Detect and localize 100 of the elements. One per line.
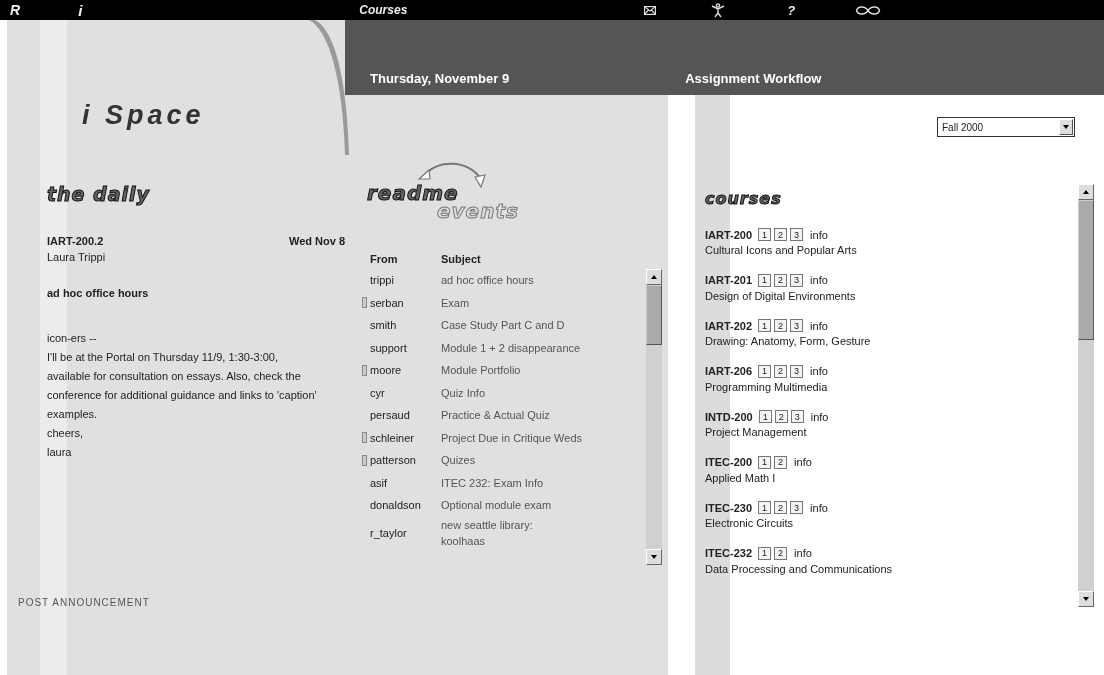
section-link[interactable]: 1 xyxy=(758,410,772,423)
date-heading: Thursday, November 9 xyxy=(370,71,510,86)
section-link[interactable]: 2 xyxy=(774,410,788,423)
column-header: Subject xyxy=(441,253,482,265)
info-link[interactable]: info xyxy=(810,410,829,423)
section-link[interactable]: 3 xyxy=(790,273,804,287)
info-link[interactable]: info xyxy=(810,501,828,514)
message-subject[interactable]: Case Study Part C and D xyxy=(441,319,650,332)
section-link[interactable]: 3 xyxy=(790,364,804,378)
daily-heading: the daily xyxy=(47,183,151,205)
message-subject[interactable]: Module 1 + 2 disappearance xyxy=(441,341,650,354)
section-link[interactable]: 2 xyxy=(774,501,788,514)
message-sender[interactable]: moore xyxy=(368,364,441,377)
column-header: From xyxy=(369,253,399,265)
message-subject[interactable]: Exam xyxy=(441,296,650,309)
message-sender[interactable]: persaud xyxy=(368,409,441,422)
course-title: Electronic Circuits xyxy=(705,517,795,529)
scroll-thumb[interactable] xyxy=(1078,200,1094,340)
mail-icon[interactable] xyxy=(644,5,657,15)
r-link[interactable]: R xyxy=(10,2,21,18)
course-code[interactable]: ITEC-232 xyxy=(705,547,753,559)
announcement-subject: ad hoc office hours xyxy=(47,287,150,299)
section-link[interactable]: 2 xyxy=(774,364,788,378)
section-link[interactable]: 1 xyxy=(758,501,772,514)
section-link[interactable]: 2 xyxy=(774,455,788,469)
post-announcement-link[interactable]: POST ANNOUNCEMENT xyxy=(18,597,345,608)
message-sender[interactable]: patterson xyxy=(368,454,441,467)
message-subject[interactable]: new seattle library: koolhaas xyxy=(441,516,566,549)
infinity-icon[interactable] xyxy=(855,4,882,16)
section-link[interactable]: 3 xyxy=(790,410,804,423)
courses-heading: courses xyxy=(705,189,783,208)
workflow-heading: Assignment Workflow xyxy=(685,71,822,86)
announcement-text: laura xyxy=(47,445,73,460)
section-link[interactable]: 2 xyxy=(774,273,788,287)
message-subject[interactable]: Quiz Info xyxy=(441,386,650,399)
scroll-thumb[interactable] xyxy=(646,285,662,345)
info-link[interactable]: info xyxy=(810,365,828,377)
announcement-text: icon-ers -- xyxy=(47,331,98,346)
section-link[interactable]: 1 xyxy=(758,455,772,469)
info-link[interactable]: info xyxy=(810,228,828,241)
course-code[interactable]: IART-202 xyxy=(705,319,753,332)
message-sender[interactable]: cyr xyxy=(368,386,441,399)
course-title: Design of Digital Environments xyxy=(705,289,857,302)
section-link[interactable]: 2 xyxy=(774,319,788,332)
course-code[interactable]: IART-200 xyxy=(705,228,753,241)
message-sender[interactable]: asif xyxy=(368,476,441,489)
message-sender[interactable]: serban xyxy=(368,296,441,309)
i-link[interactable]: i xyxy=(78,1,83,19)
info-link[interactable]: info xyxy=(794,456,812,468)
message-subject[interactable]: ad hoc office hours xyxy=(441,274,650,287)
section-link[interactable]: 1 xyxy=(758,364,772,378)
scroll-down-button[interactable] xyxy=(1078,591,1094,607)
brand-title: i Space xyxy=(82,100,206,131)
scroll-up-button[interactable] xyxy=(1078,184,1094,200)
message-subject[interactable]: Project Due in Critique Weds xyxy=(441,431,650,444)
announcement-text: cheers, xyxy=(47,426,85,441)
info-link[interactable]: info xyxy=(794,547,812,559)
section-link[interactable]: 2 xyxy=(774,228,788,241)
message-sender[interactable]: schleiner xyxy=(368,431,441,444)
info-link[interactable]: info xyxy=(810,319,828,332)
section-link[interactable]: 1 xyxy=(758,546,772,560)
section-link[interactable]: 1 xyxy=(758,273,772,287)
message-sender[interactable]: smith xyxy=(368,319,441,332)
figure-icon[interactable] xyxy=(711,2,726,18)
section-link[interactable]: 1 xyxy=(758,319,772,332)
scrollbar[interactable] xyxy=(646,269,662,565)
courses-link[interactable]: Courses xyxy=(359,3,408,17)
author-name: Laura Trippi xyxy=(47,251,107,263)
message-subject[interactable]: Quizes xyxy=(441,454,650,467)
course-title: Project Management xyxy=(705,426,808,438)
course-title: Programming Multimedia xyxy=(705,380,829,393)
section-link[interactable]: 3 xyxy=(790,228,804,241)
course-title: Cultural Icons and Popular Arts xyxy=(705,244,858,256)
course-code[interactable]: IART-206 xyxy=(705,365,753,377)
term-dropdown[interactable]: Fall 2000 xyxy=(937,117,1075,137)
message-subject[interactable]: Optional module exam xyxy=(441,499,650,512)
course-code: IART-200.2 xyxy=(47,235,104,247)
scroll-down-button[interactable] xyxy=(646,549,662,565)
message-sender[interactable]: r_taylor xyxy=(368,526,441,539)
course-code[interactable]: IART-201 xyxy=(705,274,753,286)
scroll-up-button[interactable] xyxy=(646,269,662,285)
message-subject[interactable]: ITEC 232: Exam Info xyxy=(441,476,650,489)
info-link[interactable]: info xyxy=(810,274,828,286)
post-date: Wed Nov 8 xyxy=(288,235,345,247)
message-sender[interactable]: donaldson xyxy=(368,499,441,512)
help-link[interactable]: ? xyxy=(787,2,796,18)
message-sender[interactable]: support xyxy=(368,341,441,354)
message-sender[interactable]: trippi xyxy=(368,274,441,287)
announcement-text: I'll be at the Portal on Thursday 11/9, 1:30-3:00, available for consultation on essays. Also, check the conference for additional guidance and links to 'caption' examples. xyxy=(47,350,317,422)
scrollbar[interactable] xyxy=(1078,184,1094,607)
section-link[interactable]: 3 xyxy=(790,319,804,332)
course-code[interactable]: ITEC-230 xyxy=(705,501,753,514)
section-link[interactable]: 3 xyxy=(790,501,804,514)
section-link[interactable]: 1 xyxy=(758,228,772,241)
section-link[interactable]: 2 xyxy=(774,546,788,560)
message-subject[interactable]: Practice & Actual Quiz xyxy=(441,409,650,422)
message-subject[interactable]: Module Portfolio xyxy=(441,364,650,377)
course-code[interactable]: INTD-200 xyxy=(705,410,753,423)
course-title: Data Processing and Communications xyxy=(705,562,894,575)
course-code[interactable]: ITEC-200 xyxy=(705,456,753,468)
